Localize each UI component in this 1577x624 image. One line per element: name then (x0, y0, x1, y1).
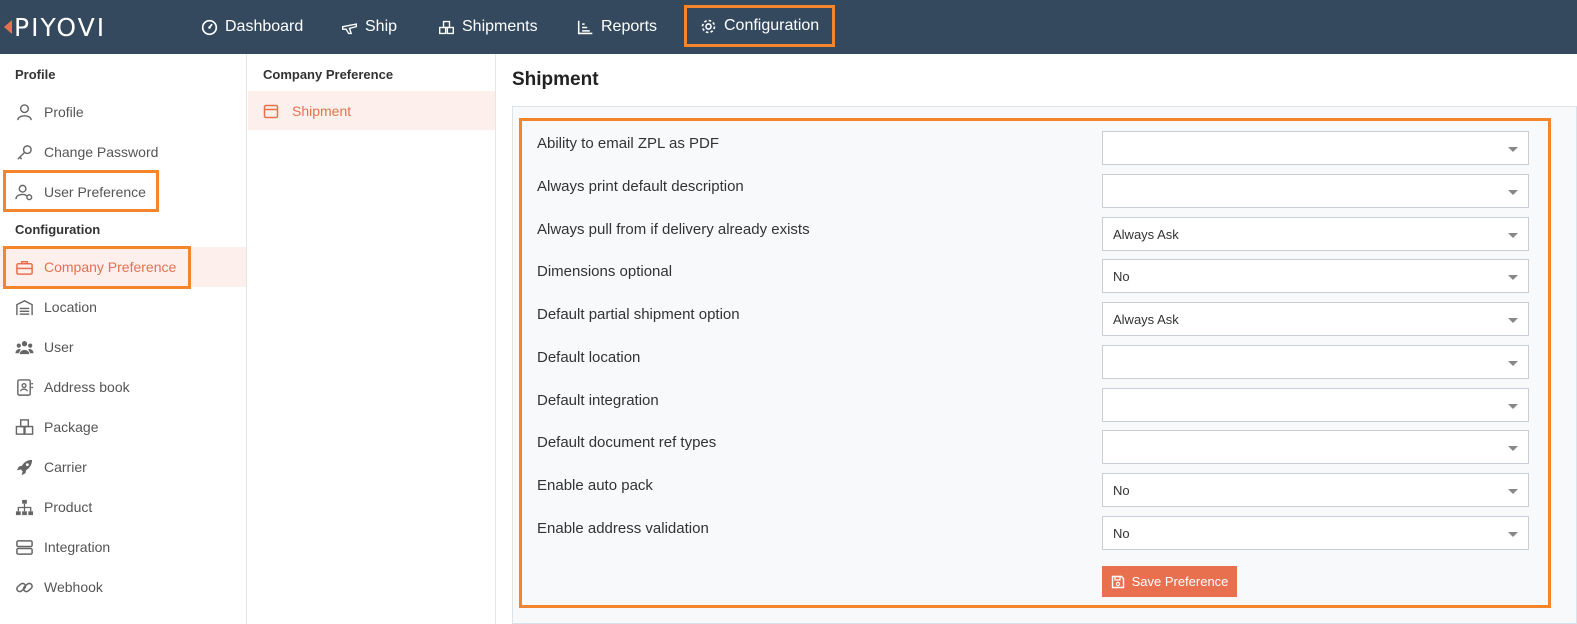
nav-dashboard-label: Dashboard (225, 18, 304, 35)
select-value: Always Ask (1113, 226, 1179, 242)
select-print-default-description[interactable] (1102, 174, 1529, 208)
select-document-ref-types[interactable] (1102, 430, 1529, 464)
company-preference-item-shipment[interactable]: Shipment (248, 91, 495, 130)
key-icon (17, 144, 32, 160)
sidebar-item-webhook[interactable]: Webhook (0, 567, 246, 607)
floppy-disk-icon (1111, 575, 1124, 588)
field-label-auto-pack: Enable auto pack (537, 477, 653, 494)
plane-icon (342, 22, 357, 34)
gear-icon (701, 19, 716, 33)
sidebar-item-change-password[interactable]: Change Password (0, 132, 246, 172)
field-label-print-default-description: Always print default description (537, 178, 744, 195)
chevron-down-icon (1508, 275, 1518, 280)
select-default-integration[interactable] (1102, 388, 1529, 422)
page-title: Shipment (512, 69, 599, 90)
warehouse-icon (16, 299, 33, 315)
nav-reports-label: Reports (601, 18, 658, 35)
sidebar-item-label: Location (44, 299, 97, 315)
link-icon (16, 582, 33, 592)
sidebar-item-package[interactable]: Package (0, 407, 246, 447)
nav-shipments[interactable]: Shipments (438, 0, 538, 54)
nav-dashboard[interactable]: Dashboard (201, 0, 303, 54)
nav-ship-label: Ship (365, 18, 398, 35)
sidebar-item-user[interactable]: User (0, 327, 246, 367)
boxes-icon (439, 20, 454, 34)
chevron-down-icon (1508, 489, 1518, 494)
sidebar-item-label: Webhook (44, 579, 103, 595)
sidebar-item-label: Product (44, 499, 93, 515)
calendar-box-icon (263, 104, 279, 118)
server-icon (16, 539, 33, 555)
save-preference-button[interactable]: Save Preference (1102, 566, 1237, 597)
select-default-location[interactable] (1102, 345, 1529, 379)
field-label-dimensions-optional: Dimensions optional (537, 263, 673, 280)
select-value: No (1113, 525, 1130, 541)
sidebar-item-product[interactable]: Product (0, 487, 246, 527)
select-address-validation[interactable]: No (1102, 516, 1529, 550)
save-preference-label: Save Preference (1131, 574, 1229, 589)
select-value: No (1113, 268, 1130, 284)
company-preference-panel: Company Preference Shipment (248, 54, 496, 624)
sidebar-item-profile[interactable]: Profile (0, 92, 246, 132)
select-email-zpl[interactable] (1102, 131, 1529, 165)
user-icon (17, 103, 32, 120)
field-label-default-location: Default location (537, 349, 641, 366)
field-label-partial-shipment: Default partial shipment option (537, 306, 740, 323)
dashboard-gauge-icon (201, 19, 218, 35)
sidebar-item-label: User (44, 339, 74, 355)
sitemap-icon (15, 499, 34, 515)
logo-text: PIYOVI (14, 12, 107, 42)
sidebar-item-label: Integration (44, 539, 111, 555)
settings-sidebar: Profile Profile Change Password User Pre… (0, 54, 247, 624)
piyovi-logo[interactable]: PIYOVI (4, 12, 107, 42)
field-label-address-validation: Enable address validation (537, 520, 709, 537)
select-dimensions-optional[interactable]: No (1102, 259, 1529, 293)
field-label-email-zpl: Ability to email ZPL as PDF (537, 135, 719, 152)
field-label-document-ref-types: Default document ref types (537, 434, 717, 451)
chevron-down-icon (1508, 233, 1518, 238)
chevron-down-icon (1508, 318, 1518, 323)
nav-configuration-label: Configuration (724, 17, 820, 34)
sidebar-item-integration[interactable]: Integration (0, 527, 246, 567)
field-label-pull-from-delivery: Always pull from if delivery already exi… (537, 221, 810, 238)
select-value: No (1113, 482, 1130, 498)
logo-arrow-icon (4, 20, 12, 34)
sidebar-item-address-book[interactable]: Address book (0, 367, 246, 407)
nav-ship[interactable]: Ship (341, 0, 397, 54)
rocket-icon (16, 459, 33, 475)
field-label-default-integration: Default integration (537, 392, 659, 409)
profile-heading: Profile (15, 67, 56, 82)
sidebar-item-label: Carrier (44, 459, 87, 475)
users-icon (15, 340, 34, 354)
sidebar-item-carrier[interactable]: Carrier (0, 447, 246, 487)
company-preference-heading: Company Preference (263, 67, 394, 82)
sidebar-item-label: Change Password (44, 144, 159, 160)
nav-shipments-label: Shipments (462, 18, 538, 35)
chevron-down-icon (1508, 147, 1518, 152)
package-icon (15, 418, 34, 435)
select-pull-from-delivery[interactable]: Always Ask (1102, 217, 1529, 251)
sidebar-item-label: Address book (44, 379, 130, 395)
company-preference-highlight (3, 246, 191, 289)
chevron-down-icon (1508, 446, 1518, 451)
company-preference-item-label: Shipment (292, 102, 352, 119)
select-value: Always Ask (1113, 311, 1179, 327)
address-book-icon (17, 378, 34, 396)
select-auto-pack[interactable]: No (1102, 473, 1529, 507)
chevron-down-icon (1508, 190, 1518, 195)
nav-reports[interactable]: Reports (577, 0, 657, 54)
sidebar-item-location[interactable]: Location (0, 287, 246, 327)
user-preference-highlight (3, 170, 159, 212)
nav-configuration[interactable]: Configuration (684, 5, 836, 47)
chevron-down-icon (1508, 361, 1518, 366)
sidebar-item-label: Package (44, 419, 99, 435)
top-navbar: PIYOVI Dashboard Ship Shipments Reports … (0, 0, 1577, 54)
configuration-heading: Configuration (15, 222, 101, 237)
chevron-down-icon (1508, 404, 1518, 409)
chevron-down-icon (1508, 532, 1518, 537)
sidebar-item-label: Profile (44, 104, 84, 120)
select-partial-shipment[interactable]: Always Ask (1102, 302, 1529, 336)
bar-chart-icon (577, 20, 593, 34)
